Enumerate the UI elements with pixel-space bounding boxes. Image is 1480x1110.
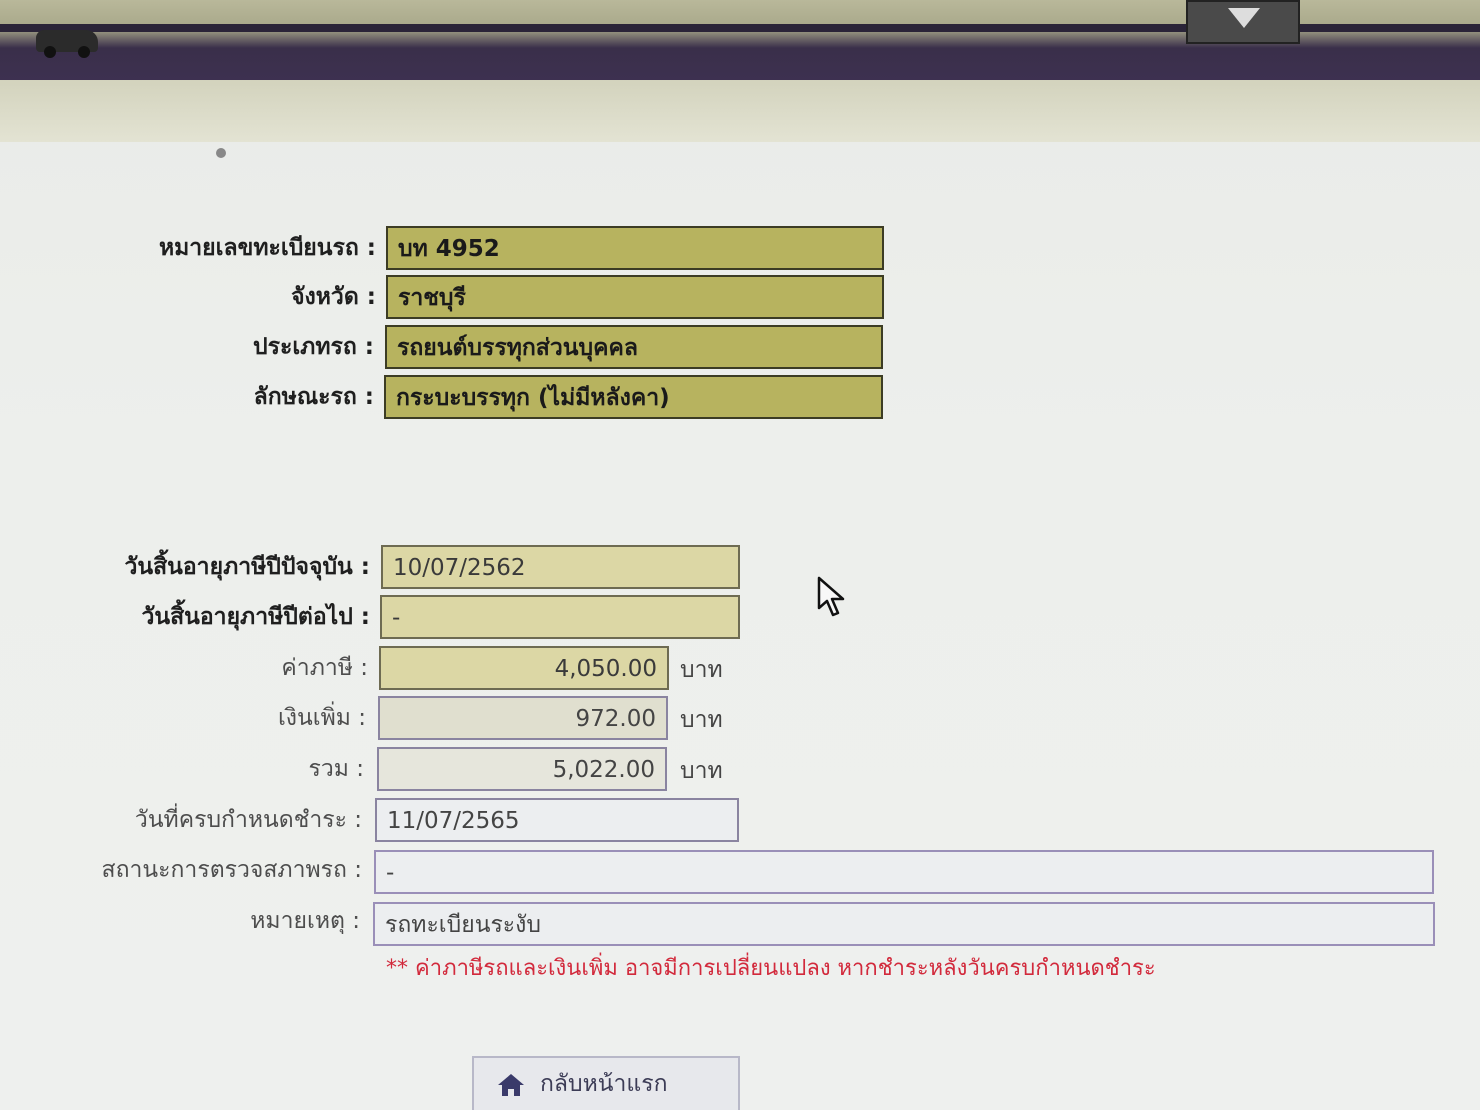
total-field: 5,022.00 <box>377 747 667 791</box>
current-expiry-label: วันสิ้นอายุภาษีปีปัจจุบัน : <box>124 554 370 580</box>
download-icon[interactable] <box>1186 0 1300 44</box>
surcharge-unit: บาท <box>680 707 723 733</box>
note-label: หมายเหตุ : <box>250 908 360 934</box>
home-button-label: กลับหน้าแรก <box>540 1071 668 1097</box>
subheader-band <box>0 80 1480 142</box>
header-band <box>0 0 1480 80</box>
total-label: รวม : <box>308 756 365 782</box>
car-icon <box>36 30 98 58</box>
due-date-label: วันที่ครบกำหนดชำระ : <box>134 807 362 833</box>
current-expiry-field: 10/07/2562 <box>381 545 740 589</box>
note-field: รถทะเบียนระงับ <box>373 902 1435 946</box>
inspection-status-label: สถานะการตรวจสภาพรถ : <box>101 857 362 883</box>
home-icon <box>498 1074 524 1096</box>
vehicle-type-label: ประเภทรถ : <box>253 334 374 360</box>
due-date-field: 11/07/2565 <box>375 798 739 842</box>
tax-amount-label: ค่าภาษี : <box>281 655 368 681</box>
next-expiry-label: วันสิ้นอายุภาษีปีต่อไป : <box>141 604 370 630</box>
total-unit: บาท <box>680 758 723 784</box>
next-expiry-field: - <box>380 595 740 639</box>
home-button[interactable]: กลับหน้าแรก <box>472 1056 740 1110</box>
tax-amount-unit: บาท <box>680 657 723 683</box>
surcharge-field: 972.00 <box>378 696 668 740</box>
plate-label: หมายเลขทะเบียนรถ : <box>158 235 376 261</box>
province-field: ราชบุรี <box>386 275 884 319</box>
surcharge-label: เงินเพิ่ม : <box>277 705 366 731</box>
vehicle-style-label: ลักษณะรถ : <box>253 384 374 410</box>
inspection-status-field: - <box>374 850 1434 894</box>
plate-field: บท 4952 <box>386 226 884 270</box>
mouse-cursor-icon <box>817 576 845 617</box>
bullet-dot <box>216 148 226 158</box>
tax-amount-field: 4,050.00 <box>379 646 669 690</box>
warning-text: ** ค่าภาษีรถและเงินเพิ่ม อาจมีการเปลี่ยน… <box>386 956 1156 981</box>
vehicle-style-field: กระบะบรรทุก (ไม่มีหลังคา) <box>384 375 883 419</box>
vehicle-type-field: รถยนต์บรรทุกส่วนบุคคล <box>385 325 883 369</box>
province-label: จังหวัด : <box>291 284 376 310</box>
